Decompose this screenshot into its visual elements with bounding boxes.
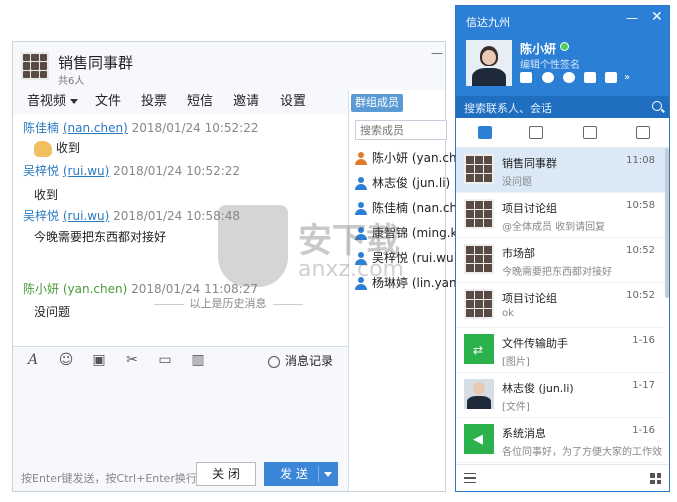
person-icon — [355, 202, 367, 215]
tab-members[interactable]: 群组成员 — [351, 94, 403, 112]
folder-icon[interactable]: ▭ — [157, 352, 173, 368]
online-status-icon[interactable] — [560, 42, 569, 51]
chevron-down-icon[interactable] — [324, 472, 332, 477]
app-box-icon[interactable] — [636, 126, 650, 139]
chart-icon[interactable]: ▥ — [190, 352, 206, 368]
person-icon — [355, 252, 367, 265]
ok-hand-emoji-icon — [34, 140, 52, 157]
minimize-icon[interactable]: — — [431, 46, 443, 60]
list-item[interactable]: 销售同事群 没问题 11:08 — [456, 148, 665, 193]
chat-header: 销售同事群 共6人 — — [13, 42, 445, 88]
menu-file[interactable]: 文件 — [95, 90, 121, 109]
message-header: 吴梓悦 (rui.wu) 2018/01/24 10:52:22 — [23, 164, 241, 178]
message-header: 陈佳楠 (nan.chen) 2018/01/24 10:52:22 — [23, 121, 259, 135]
clock-icon — [268, 355, 280, 368]
close-icon[interactable]: ✕ — [651, 9, 663, 25]
search-icon[interactable] — [652, 101, 662, 111]
message-body: 收到 — [34, 139, 80, 157]
emoji-icon[interactable]: ☺ — [58, 352, 74, 368]
quick-actions: » — [520, 72, 670, 86]
main-panel: 信达九州 — ✕ 陈小妍 编辑个性签名 » 搜索联系人、会话 销售同事群 没问题… — [455, 5, 670, 492]
message-header: 陈小妍 (yan.chen) 2018/01/24 11:08:27 — [23, 282, 258, 296]
member-item[interactable]: 杨琳婷 (lin.yang) — [355, 274, 469, 291]
person-icon — [355, 277, 367, 290]
menu-vote[interactable]: 投票 — [141, 90, 167, 109]
send-button[interactable]: 发 送 — [264, 462, 338, 486]
member-count: 共6人 — [58, 76, 85, 87]
list-item[interactable]: 项目讨论组 ok 10:52 — [456, 283, 665, 328]
font-icon[interactable]: A — [25, 352, 41, 368]
menu-invite[interactable]: 邀请 — [233, 90, 259, 109]
desktop: 销售同事群 共6人 — 音视频 文件 投票 短信 邀请 设置 陈佳楠 (nan.… — [0, 0, 677, 502]
contact-search[interactable]: 搜索联系人、会话 — [456, 96, 669, 118]
chat-window: 销售同事群 共6人 — 音视频 文件 投票 短信 邀请 设置 陈佳楠 (nan.… — [12, 41, 485, 492]
list-item[interactable]: ⇄ 文件传输助手 [图片] 1-16 — [456, 328, 665, 373]
send-hint: 按Enter键发送，按Ctrl+Enter换行 — [21, 472, 197, 485]
person-icon — [355, 177, 367, 190]
speaker-icon[interactable] — [584, 72, 596, 83]
list-item[interactable]: 市场部 今晚需要把东西都对接好 10:52 — [456, 238, 665, 283]
group-avatar — [464, 244, 494, 274]
member-item[interactable]: 吴梓悦 (rui.wu) — [355, 249, 458, 266]
chat-title: 销售同事群 — [58, 54, 134, 72]
member-search-input[interactable] — [355, 120, 447, 140]
conversation-list: 销售同事群 没问题 11:08 项目讨论组 @全体成员 收到请回复 10:58 … — [456, 148, 665, 464]
message-header: 吴梓悦 (rui.wu) 2018/01/24 10:58:48 — [23, 209, 241, 223]
message-body: 收到 — [34, 188, 59, 202]
system-speaker-icon: ◀ — [464, 424, 494, 454]
apps-grid-icon[interactable] — [650, 473, 661, 484]
person-icon — [355, 152, 367, 165]
profile-header: 信达九州 — ✕ 陈小妍 编辑个性签名 » — [456, 6, 669, 96]
chevron-down-icon — [70, 99, 79, 104]
person-icon — [355, 227, 367, 240]
list-item[interactable]: 项目讨论组 @全体成员 收到请回复 10:58 — [456, 193, 665, 238]
more-icon[interactable]: » — [624, 72, 634, 83]
app-title: 信达九州 — [466, 16, 510, 29]
scissors-icon[interactable]: ✂ — [124, 352, 140, 368]
menu-av[interactable]: 音视频 — [27, 90, 79, 109]
contacts-icon[interactable] — [542, 72, 554, 83]
member-item[interactable]: 林志俊 (jun.li) — [355, 174, 450, 191]
member-panel: 群组成员 陈小妍 (yan.chen) 林志俊 (jun.li) 陈佳楠 (na… — [348, 90, 485, 491]
message-input[interactable] — [13, 372, 348, 460]
menu-icon[interactable] — [464, 473, 476, 483]
close-button[interactable]: 关 闭 — [196, 462, 256, 486]
history-button[interactable]: 消息记录 — [268, 352, 333, 369]
avatar[interactable] — [466, 40, 512, 86]
broadcast-icon[interactable] — [563, 72, 575, 83]
message-body: 没问题 — [34, 305, 71, 319]
group-avatar — [464, 289, 494, 319]
chat-bubble-icon[interactable] — [478, 126, 492, 139]
input-toolbar: A ☺ ▣ ✂ ▭ ▥ 消息记录 — [13, 346, 348, 372]
minimize-icon[interactable]: — — [626, 11, 638, 25]
signature-field[interactable]: 编辑个性签名 — [520, 56, 580, 71]
org-icon[interactable] — [529, 126, 543, 139]
avatar — [464, 379, 494, 409]
message-area[interactable]: 陈佳楠 (nan.chen) 2018/01/24 10:52:22 收到 吴梓… — [13, 114, 348, 346]
message-body: 今晚需要把东西都对接好 — [34, 230, 167, 244]
scrollbar[interactable] — [665, 148, 669, 298]
bottom-bar — [456, 464, 669, 491]
user-name: 陈小妍 — [520, 42, 557, 56]
message-icon[interactable] — [605, 72, 617, 83]
history-separator: 以上是历史消息 — [123, 295, 333, 311]
nav-tabs — [456, 118, 669, 148]
group-avatar — [464, 199, 494, 229]
group-avatar[interactable] — [21, 52, 49, 80]
menu-settings[interactable]: 设置 — [280, 90, 306, 109]
file-transfer-icon: ⇄ — [464, 334, 494, 364]
menu-sms[interactable]: 短信 — [187, 90, 213, 109]
bookmark-icon[interactable] — [583, 126, 597, 139]
image-icon[interactable]: ▣ — [91, 352, 107, 368]
list-item[interactable]: 林志俊 (jun.li) [文件] 1-17 — [456, 373, 665, 418]
chat-menu: 音视频 文件 投票 短信 邀请 设置 — [13, 90, 343, 110]
group-avatar — [464, 154, 494, 184]
list-item[interactable]: ◀ 系统消息 各位同事好，为了方便大家的工作效... 1-16 — [456, 418, 665, 463]
mail-icon[interactable] — [520, 72, 532, 83]
